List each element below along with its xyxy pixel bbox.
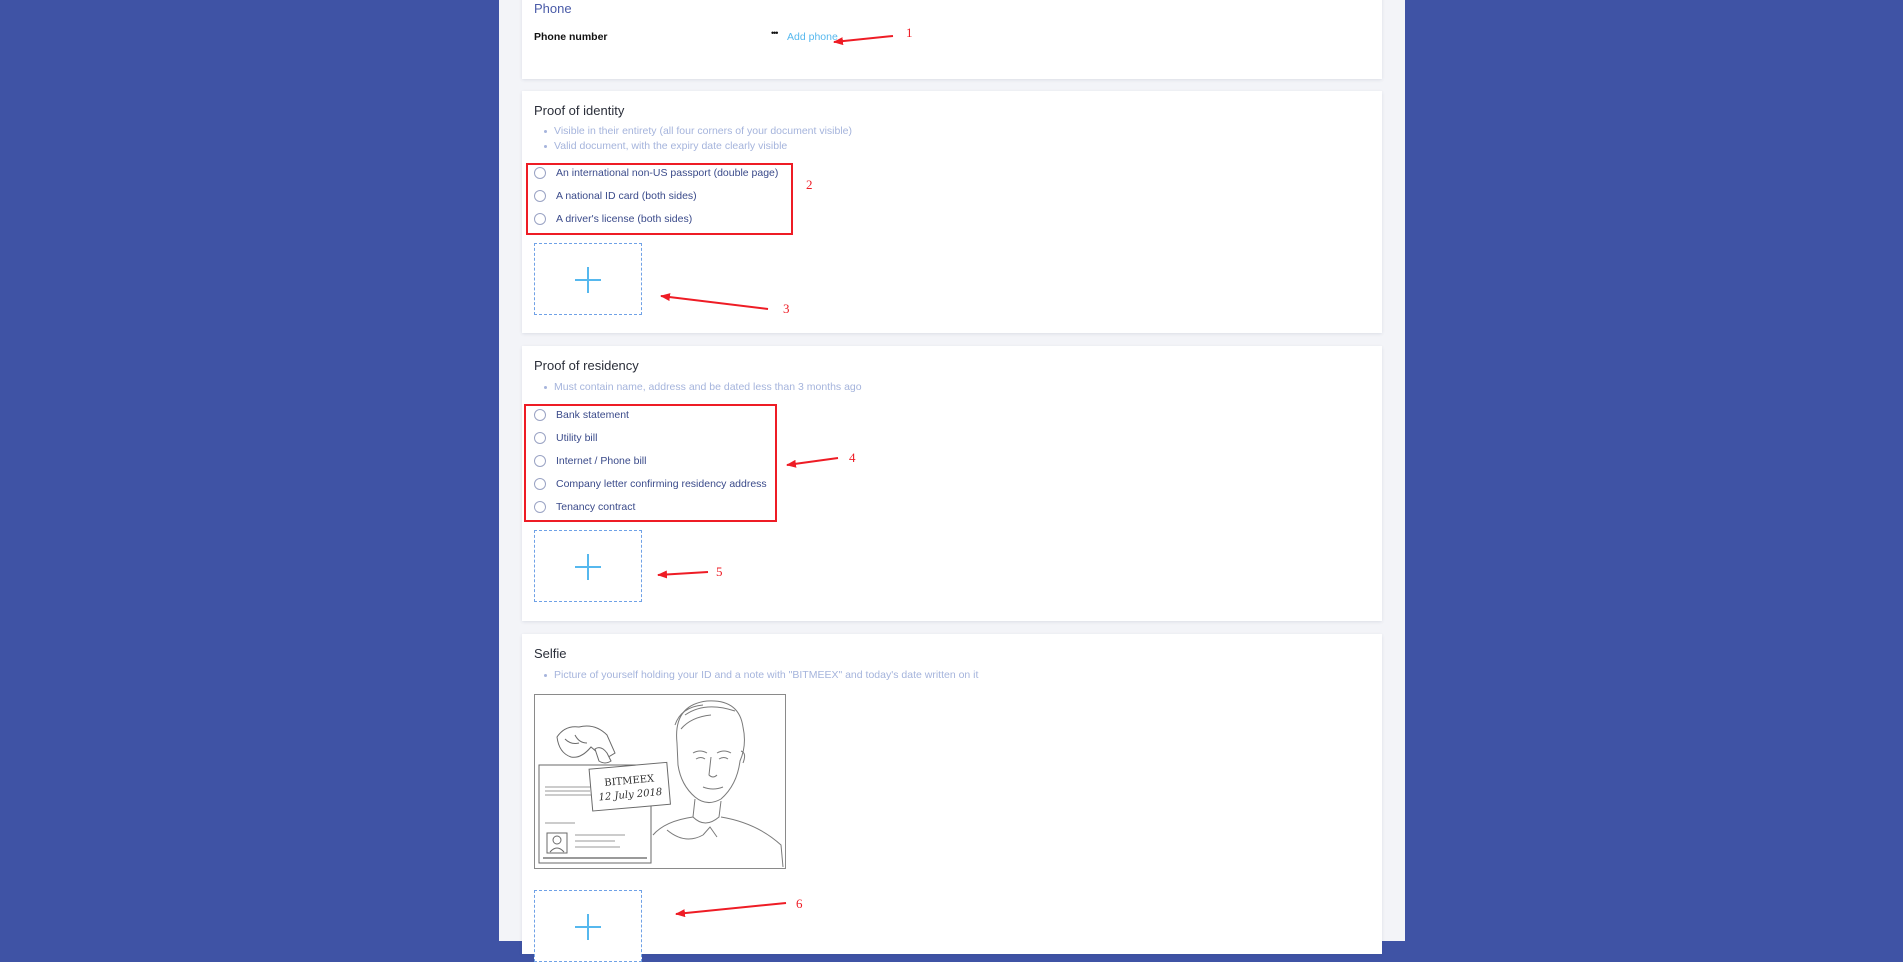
annotation-arrow-6 xyxy=(675,902,787,918)
annotation-number-3: 3 xyxy=(783,301,790,316)
annotation-arrow-4 xyxy=(786,457,839,468)
annotation-arrow-1 xyxy=(833,35,894,46)
annotation-number-4: 4 xyxy=(849,450,856,465)
annotation-number-2: 2 xyxy=(806,177,813,192)
annotation-arrow-3 xyxy=(660,293,769,310)
annotation-number-6: 6 xyxy=(796,896,803,911)
annotation-number-1: 1 xyxy=(906,25,913,40)
annotation-arrow-5 xyxy=(657,570,709,579)
annotation-arrows xyxy=(657,35,894,918)
annotation-number-5: 5 xyxy=(716,564,723,579)
